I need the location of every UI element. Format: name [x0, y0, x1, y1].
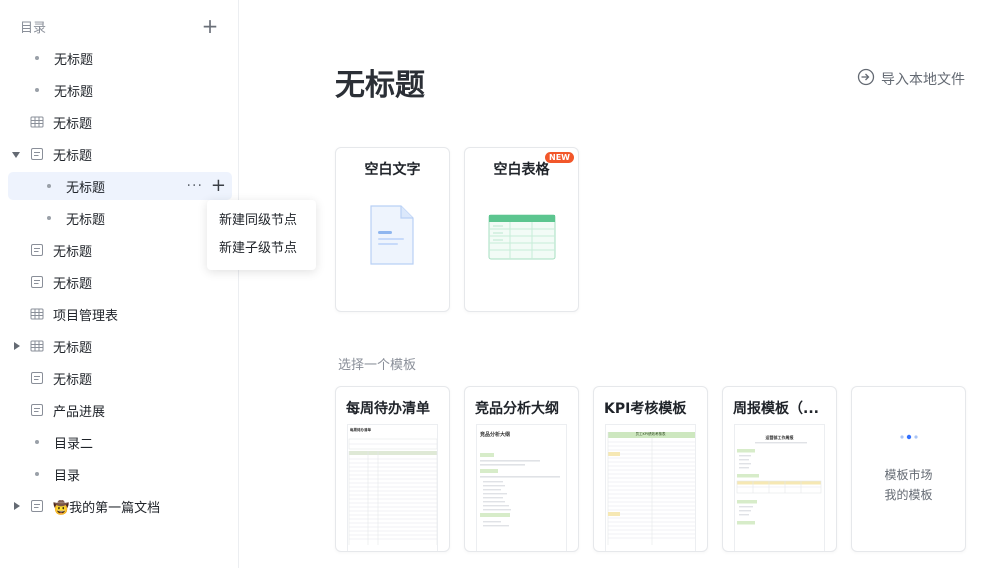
tree-item[interactable]: 无标题 — [8, 44, 230, 72]
templates-section-label: 选择一个模板 — [338, 358, 417, 373]
tree-item[interactable]: 无标题 — [8, 236, 230, 264]
template-thumbnail: 员工KPI绩效考核表 — [605, 424, 696, 551]
import-icon — [857, 68, 875, 90]
template-market-link[interactable]: 模板市场 — [884, 465, 932, 485]
collapse-toggle-icon[interactable] — [12, 341, 22, 351]
table-icon — [30, 115, 44, 129]
tree-item-label: 目录二 — [54, 436, 94, 452]
tree-item-label: 无标题 — [53, 244, 93, 260]
template-title: 周报模板（... — [733, 401, 819, 417]
template-thumbnail: 每周待办清单 — [347, 424, 438, 551]
tree-item-label: 目录 — [54, 468, 81, 484]
tree-item[interactable]: 无标题 — [8, 332, 230, 360]
doc-icon — [30, 243, 44, 257]
expand-toggle-icon[interactable] — [12, 149, 22, 159]
tree-item-selected[interactable]: 无标题 ··· + — [8, 172, 232, 200]
tree-item[interactable]: 无标题 — [8, 268, 230, 296]
table-icon — [30, 339, 44, 353]
tree-item[interactable]: 无标题 — [8, 204, 230, 232]
template-card[interactable]: 竞品分析大纲 竞品分析大纲 — [464, 386, 579, 552]
blank-table-icon — [488, 214, 556, 260]
add-child-button[interactable]: + — [211, 176, 226, 196]
sidebar: 目录 + 无标题 无标题 无标题 无标题 无标题 ··· + 无标题 无标题 无… — [0, 0, 239, 568]
my-templates-link[interactable]: 我的模板 — [884, 485, 932, 505]
tree-item-label: 无标题 — [53, 372, 93, 388]
tree-item[interactable]: 目录 — [8, 460, 230, 488]
template-card[interactable]: 周报模板（... 运营部工作周报 — [722, 386, 837, 552]
tree-item-label: 无标题 — [54, 52, 94, 68]
doc-icon — [30, 371, 44, 385]
table-icon — [30, 307, 44, 321]
tree-item[interactable]: 目录二 — [8, 428, 230, 456]
context-menu: 新建同级节点 新建子级节点 — [207, 200, 316, 270]
add-page-button[interactable]: + — [200, 16, 220, 37]
more-dots-icon — [899, 434, 918, 440]
doc-icon — [30, 147, 44, 161]
new-child-node-item[interactable]: 新建子级节点 — [207, 235, 316, 263]
tree-item[interactable]: 无标题 — [8, 364, 230, 392]
tree-item[interactable]: 项目管理表 — [8, 300, 230, 328]
tree-item-label: 无标题 — [53, 148, 93, 164]
tree-item[interactable]: 🤠我的第一篇文档 — [8, 492, 230, 520]
blank-doc-icon — [370, 205, 414, 265]
bullet-dot-icon — [47, 184, 51, 188]
tree-item-label: 无标题 — [54, 84, 94, 100]
tree-item-label: 无标题 — [53, 340, 93, 356]
doc-icon — [30, 499, 44, 513]
bullet-dot-icon — [35, 88, 39, 92]
thumb-title: 员工KPI绩效考核表 — [635, 432, 666, 436]
tree-item-label: 产品进展 — [53, 404, 106, 420]
more-options-button[interactable]: ··· — [187, 176, 203, 196]
tree-item-label: 无标题 — [53, 276, 93, 292]
collapse-toggle-icon[interactable] — [12, 501, 22, 511]
template-title: 竞品分析大纲 — [475, 401, 559, 417]
doc-icon — [30, 403, 44, 417]
blank-table-card[interactable]: NEW 空白表格 — [464, 147, 579, 312]
tree-item-label: 无标题 — [66, 212, 106, 228]
sidebar-title: 目录 — [20, 21, 47, 36]
bullet-dot-icon — [47, 216, 51, 220]
row-actions: ··· + — [187, 176, 226, 196]
template-title: KPI考核模板 — [604, 401, 687, 417]
import-local-file-button[interactable]: 导入本地文件 — [857, 68, 965, 90]
tree-item-label: 🤠我的第一篇文档 — [53, 500, 161, 516]
template-thumbnail: 运营部工作周报 — [734, 424, 825, 551]
template-market-card[interactable]: 模板市场 我的模板 — [851, 386, 966, 552]
bullet-dot-icon — [35, 440, 39, 444]
sidebar-header: 目录 + — [20, 16, 226, 37]
blank-doc-card[interactable]: 空白文字 — [335, 147, 450, 312]
tree-item-label: 无标题 — [53, 116, 93, 132]
blank-table-label: 空白表格 — [493, 162, 550, 178]
bullet-dot-icon — [35, 56, 39, 60]
template-card[interactable]: KPI考核模板 员工KPI绩效考核表 — [593, 386, 708, 552]
template-thumbnail: 竞品分析大纲 — [476, 424, 567, 551]
import-label: 导入本地文件 — [881, 72, 965, 88]
tree-item[interactable]: 无标题 — [8, 76, 230, 104]
template-title: 每周待办清单 — [346, 401, 430, 417]
page-title[interactable]: 无标题 — [335, 60, 425, 104]
blank-doc-label: 空白文字 — [364, 162, 421, 178]
template-card[interactable]: 每周待办清单 每周待办清单 — [335, 386, 450, 552]
tree-item-label: 无标题 — [66, 180, 106, 196]
tree-item[interactable]: 无标题 — [8, 108, 230, 136]
tree-item[interactable]: 无标题 — [8, 140, 230, 168]
doc-icon — [30, 275, 44, 289]
bullet-dot-icon — [35, 472, 39, 476]
tree-item[interactable]: 产品进展 — [8, 396, 230, 424]
tree-item-label: 项目管理表 — [53, 308, 119, 324]
new-sibling-node-item[interactable]: 新建同级节点 — [207, 207, 316, 235]
